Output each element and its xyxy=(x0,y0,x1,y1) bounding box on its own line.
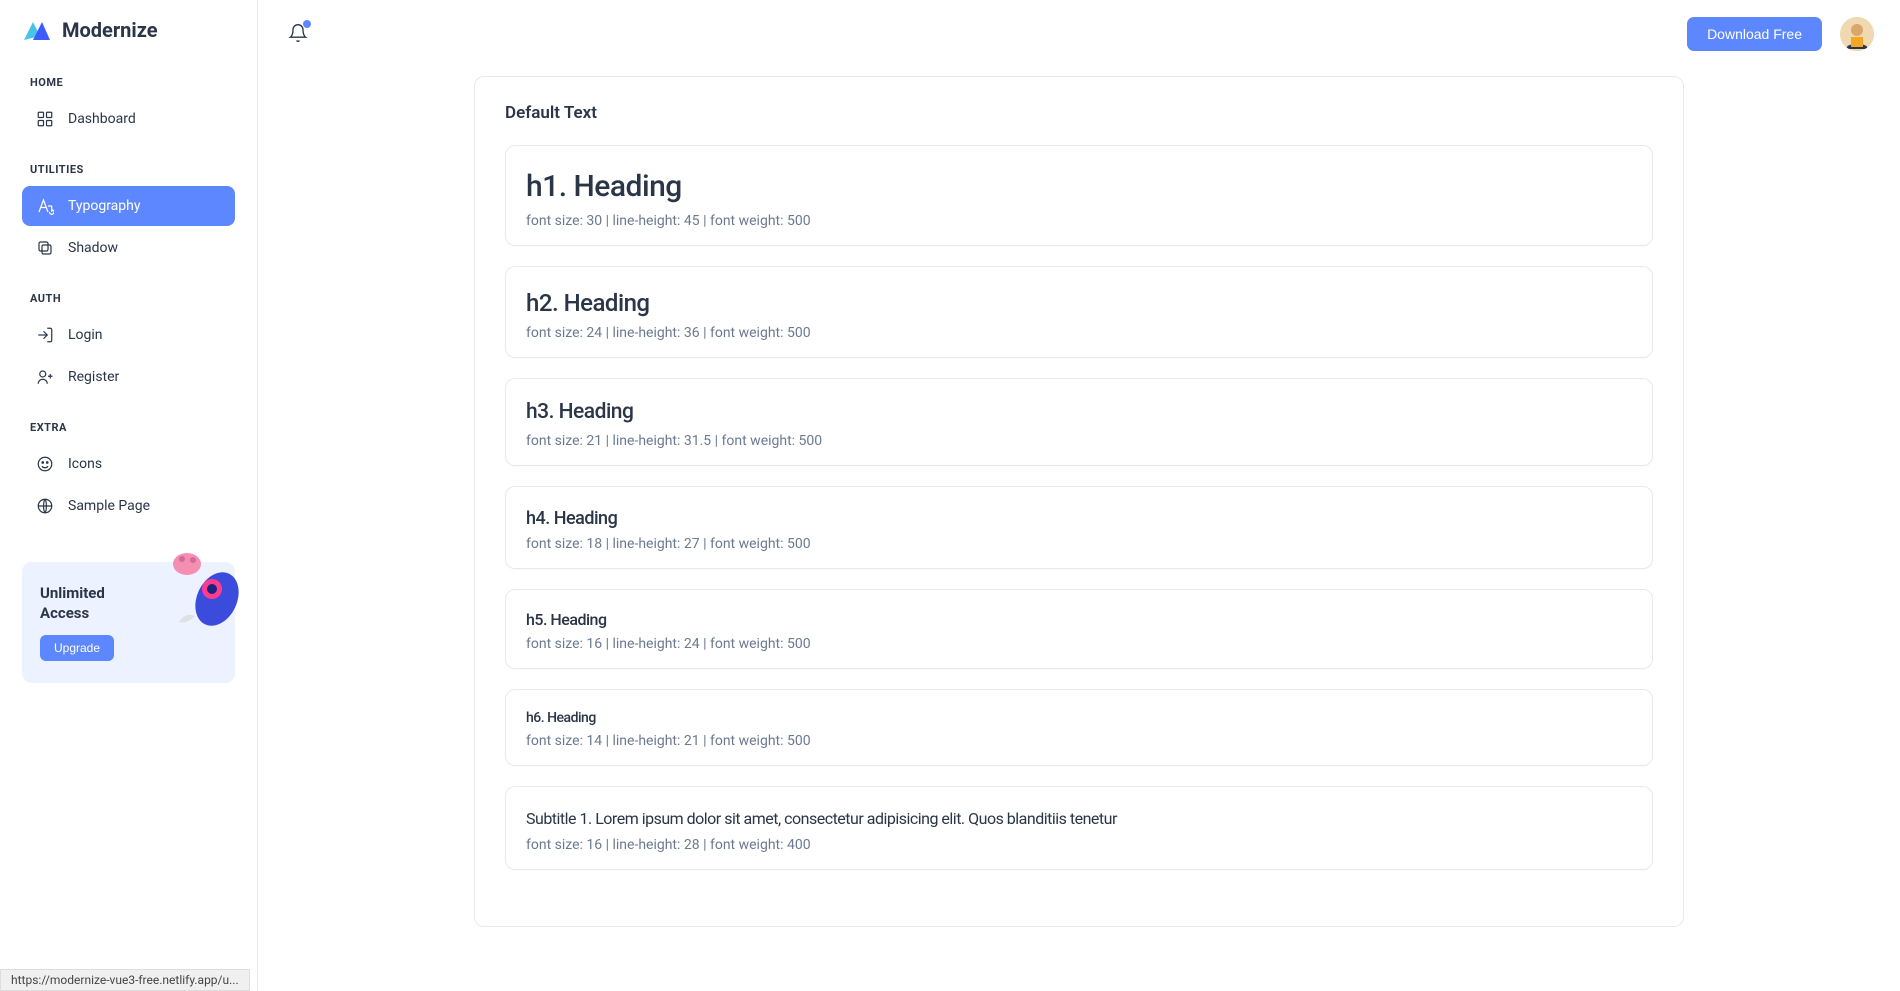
spec-meta: font size: 16 | line-height: 28 | font w… xyxy=(526,837,1632,853)
typography-spec-card: h2. Heading font size: 24 | line-height: … xyxy=(505,266,1653,358)
spec-heading: h6. Heading xyxy=(526,708,1632,729)
brand-name: Modernize xyxy=(62,18,158,42)
spec-heading: h3. Heading xyxy=(526,397,1632,429)
nav-item-label: Dashboard xyxy=(68,111,136,127)
promo-card: Unlimited Access Upgrade xyxy=(22,562,235,683)
sidebar-item-login[interactable]: Login xyxy=(22,315,235,355)
notification-dot-icon xyxy=(303,20,311,28)
spec-meta: font size: 21 | line-height: 31.5 | font… xyxy=(526,433,1632,449)
nav-item-label: Login xyxy=(68,327,103,343)
user-avatar[interactable] xyxy=(1840,17,1874,51)
spec-meta: font size: 30 | line-height: 45 | font w… xyxy=(526,213,1632,229)
status-bar-url: https://modernize-vue3-free.netlify.app/… xyxy=(0,969,250,991)
bell-icon xyxy=(288,31,308,46)
typography-spec-card: h5. Heading font size: 16 | line-height: … xyxy=(505,589,1653,669)
sidebar-item-icons[interactable]: Icons xyxy=(22,444,235,484)
typography-spec-card: Subtitle 1. Lorem ipsum dolor sit amet, … xyxy=(505,786,1653,870)
upgrade-button[interactable]: Upgrade xyxy=(40,635,114,661)
sidebar-item-register[interactable]: Register xyxy=(22,357,235,397)
sample-page-icon xyxy=(36,497,54,515)
spec-heading: h1. Heading xyxy=(526,164,1632,209)
typography-icon xyxy=(36,197,54,215)
brand-logo[interactable]: Modernize xyxy=(22,18,235,42)
icons-icon xyxy=(36,455,54,473)
typography-spec-card: h4. Heading font size: 18 | line-height: … xyxy=(505,486,1653,569)
login-icon xyxy=(36,326,54,344)
nav-item-label: Shadow xyxy=(68,240,118,256)
shadow-icon xyxy=(36,239,54,257)
nav-section-title: EXTRA xyxy=(30,421,235,434)
logo-mark-icon xyxy=(22,18,52,42)
register-icon xyxy=(36,368,54,386)
nav-item-label: Typography xyxy=(68,198,140,214)
spec-heading: h4. Heading xyxy=(526,505,1632,532)
typography-spec-card: h3. Heading font size: 21 | line-height: … xyxy=(505,378,1653,466)
nav-section-title: AUTH xyxy=(30,292,235,305)
page-title: Default Text xyxy=(505,103,1653,123)
sidebar-item-typography[interactable]: Typography xyxy=(22,186,235,226)
sidebar: Modernize HOME Dashboard UTILITIES Typograp… xyxy=(0,0,258,991)
typography-spec-card: h1. Heading font size: 30 | line-height: … xyxy=(505,145,1653,246)
sidebar-item-dashboard[interactable]: Dashboard xyxy=(22,99,235,139)
nav-item-label: Icons xyxy=(68,456,102,472)
nav-section-title: UTILITIES xyxy=(30,163,235,176)
sidebar-item-sample-page[interactable]: Sample Page xyxy=(22,486,235,526)
typography-spec-card: h6. Heading font size: 14 | line-height: … xyxy=(505,689,1653,766)
promo-title: Unlimited Access xyxy=(40,584,130,623)
topbar: Download Free xyxy=(258,0,1900,68)
nav-item-label: Sample Page xyxy=(68,498,150,514)
spec-heading: h5. Heading xyxy=(526,608,1632,632)
nav-section-title: HOME xyxy=(30,76,235,89)
spec-meta: font size: 24 | line-height: 36 | font w… xyxy=(526,325,1632,341)
nav-item-label: Register xyxy=(68,369,119,385)
spec-heading: Subtitle 1. Lorem ipsum dolor sit amet, … xyxy=(526,805,1632,833)
sidebar-item-shadow[interactable]: Shadow xyxy=(22,228,235,268)
main: Download Free Default Text h1. Heading fo… xyxy=(258,0,1900,991)
spec-heading: h2. Heading xyxy=(526,285,1632,321)
dashboard-icon xyxy=(36,110,54,128)
spec-meta: font size: 14 | line-height: 21 | font w… xyxy=(526,733,1632,749)
typography-card: Default Text h1. Heading font size: 30 | … xyxy=(474,76,1684,927)
spec-meta: font size: 16 | line-height: 24 | font w… xyxy=(526,636,1632,652)
spec-meta: font size: 18 | line-height: 27 | font w… xyxy=(526,536,1632,552)
download-free-button[interactable]: Download Free xyxy=(1687,17,1822,51)
rocket-icon xyxy=(157,544,247,634)
notifications-button[interactable] xyxy=(284,19,312,50)
